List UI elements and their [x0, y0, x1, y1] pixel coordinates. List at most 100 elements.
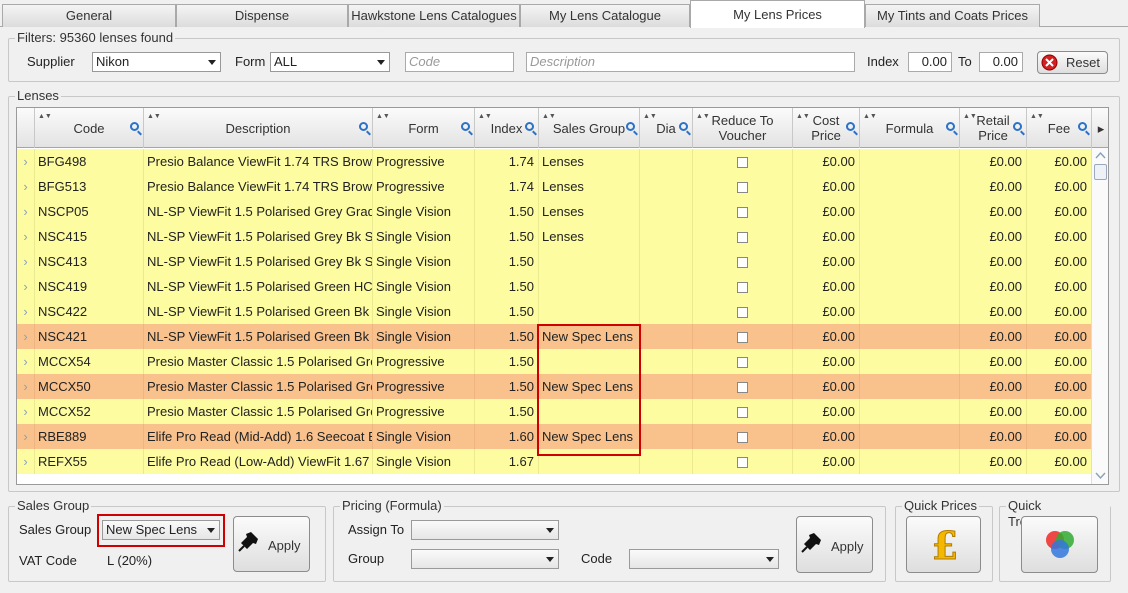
reduce-to-voucher-checkbox[interactable] — [737, 382, 748, 394]
search-icon[interactable] — [626, 122, 635, 131]
row-indicator[interactable]: › — [17, 349, 35, 374]
reduce-to-voucher-checkbox[interactable] — [737, 357, 748, 369]
row-indicator[interactable]: › — [17, 299, 35, 324]
column-header-dia[interactable]: ▲▼ Dia — [640, 108, 693, 148]
row-expand-icon[interactable]: › — [23, 204, 27, 219]
reduce-to-voucher-checkbox[interactable] — [737, 282, 748, 294]
search-icon[interactable] — [946, 122, 955, 131]
form-cell: Progressive — [373, 399, 475, 424]
scroll-down-icon[interactable] — [1095, 472, 1106, 480]
code-cell: NSC415 — [35, 224, 144, 249]
row-indicator[interactable]: › — [17, 324, 35, 349]
row-indicator[interactable]: › — [17, 374, 35, 399]
row-indicator[interactable]: › — [17, 274, 35, 299]
code-select[interactable] — [629, 549, 779, 569]
reduce-to-voucher-checkbox[interactable] — [737, 232, 748, 244]
column-header-code[interactable]: ▲▼ Code — [35, 108, 144, 148]
quick-prices-button[interactable]: £ — [906, 516, 981, 573]
search-icon[interactable] — [130, 122, 139, 131]
tab-dispense[interactable]: Dispense — [176, 4, 348, 27]
search-icon[interactable] — [679, 122, 688, 131]
column-header-sales-group[interactable]: ▲▼ Sales Group — [539, 108, 640, 148]
tab-my-lens-prices[interactable]: My Lens Prices — [690, 0, 865, 28]
row-expand-icon[interactable]: › — [23, 179, 27, 194]
reset-button[interactable]: Reset — [1037, 51, 1108, 74]
pricing-apply-button[interactable]: Apply — [796, 516, 873, 573]
reduce-to-voucher-checkbox[interactable] — [737, 182, 748, 194]
fee-cell: £0.00 — [1027, 424, 1092, 449]
tab-general[interactable]: General — [2, 4, 176, 27]
reduce-to-voucher-checkbox[interactable] — [737, 432, 748, 444]
tab-my-lens-catalogue[interactable]: My Lens Catalogue — [520, 4, 690, 27]
quick-treatments-button[interactable] — [1021, 516, 1098, 573]
row-expand-icon[interactable]: › — [23, 229, 27, 244]
search-icon[interactable] — [359, 122, 368, 131]
search-icon[interactable] — [525, 122, 534, 131]
row-expand-icon[interactable]: › — [23, 154, 27, 169]
tab-hawkstone-lens-catalogues[interactable]: Hawkstone Lens Catalogues — [348, 4, 520, 27]
code-input[interactable]: Code — [405, 52, 514, 72]
index-to-input[interactable]: 0.00 — [979, 52, 1023, 72]
row-expand-icon[interactable]: › — [23, 404, 27, 419]
reduce-to-voucher-checkbox[interactable] — [737, 332, 748, 344]
row-expand-icon[interactable]: › — [23, 379, 27, 394]
assign-to-select[interactable] — [411, 520, 559, 540]
table-row[interactable]: › NSC422 NL-SP ViewFit 1.5 Polarised Green… — [17, 299, 1092, 324]
reduce-to-voucher-checkbox[interactable] — [737, 457, 748, 469]
row-expand-icon[interactable]: › — [23, 254, 27, 269]
row-expand-icon[interactable]: › — [23, 279, 27, 294]
reduce-to-voucher-checkbox[interactable] — [737, 307, 748, 319]
row-expand-icon[interactable]: › — [23, 329, 27, 344]
search-icon[interactable] — [461, 122, 470, 131]
row-expand-icon[interactable]: › — [23, 454, 27, 469]
table-row[interactable]: › BFG498 Presio Balance ViewFit 1.74 TRS B… — [17, 149, 1092, 174]
row-indicator[interactable]: › — [17, 449, 35, 474]
sales-group-apply-button[interactable]: Apply — [233, 516, 310, 572]
tab-my-tints-and-coats-prices[interactable]: My Tints and Coats Prices — [865, 4, 1040, 27]
column-header-retail-price[interactable]: ▲▼ Retail Price — [960, 108, 1027, 148]
row-indicator[interactable]: › — [17, 399, 35, 424]
scrollbar-thumb[interactable] — [1094, 164, 1107, 180]
reduce-to-voucher-checkbox[interactable] — [737, 407, 748, 419]
row-indicator[interactable]: › — [17, 249, 35, 274]
assign-to-label: Assign To — [348, 522, 405, 537]
search-icon[interactable] — [1078, 122, 1087, 131]
row-indicator[interactable]: › — [17, 224, 35, 249]
reduce-to-voucher-checkbox[interactable] — [737, 157, 748, 169]
form-select[interactable]: ALL — [270, 52, 390, 72]
column-header-index[interactable]: ▲▼ Index — [475, 108, 539, 148]
index-from-input[interactable]: 0.00 — [908, 52, 952, 72]
vertical-scrollbar[interactable] — [1091, 148, 1108, 484]
table-row[interactable]: › NSCP05 NL-SP ViewFit 1.5 Polarised Grey … — [17, 199, 1092, 224]
search-icon[interactable] — [1013, 122, 1022, 131]
column-header-cost-price[interactable]: ▲▼ Cost Price — [793, 108, 860, 148]
reduce-to-voucher-checkbox[interactable] — [737, 207, 748, 219]
reduce-to-voucher-checkbox[interactable] — [737, 257, 748, 269]
scroll-right-icon[interactable]: ▸ — [1092, 108, 1108, 148]
column-header-fee[interactable]: ▲▼ Fee — [1027, 108, 1092, 148]
row-indicator[interactable]: › — [17, 149, 35, 174]
search-icon[interactable] — [846, 122, 855, 131]
group-select[interactable] — [411, 549, 559, 569]
row-expand-icon[interactable]: › — [23, 354, 27, 369]
table-row[interactable]: › BFG513 Presio Balance ViewFit 1.74 TRS B… — [17, 174, 1092, 199]
code-cell: NSC422 — [35, 299, 144, 324]
column-header-reduce-to-voucher[interactable]: ▲▼ Reduce To Voucher — [693, 108, 793, 148]
row-expand-icon[interactable]: › — [23, 429, 27, 444]
supplier-select[interactable]: Nikon — [92, 52, 221, 72]
row-indicator[interactable]: › — [17, 174, 35, 199]
description-input[interactable]: Description — [526, 52, 855, 72]
scroll-up-icon[interactable] — [1095, 151, 1106, 159]
sales-group-cell: Lenses — [539, 149, 640, 174]
column-header-formula[interactable]: ▲▼ Formula — [860, 108, 960, 148]
column-header-form[interactable]: ▲▼ Form — [373, 108, 475, 148]
row-indicator[interactable]: › — [17, 199, 35, 224]
table-row[interactable]: › NSC419 NL-SP ViewFit 1.5 Polarised Green… — [17, 274, 1092, 299]
sales-group-apply-label: Apply — [268, 538, 301, 553]
row-indicator[interactable]: › — [17, 424, 35, 449]
table-row[interactable]: › NSC413 NL-SP ViewFit 1.5 Polarised Grey … — [17, 249, 1092, 274]
row-expand-icon[interactable]: › — [23, 304, 27, 319]
index-cell: 1.50 — [475, 399, 539, 424]
column-header-description[interactable]: ▲▼ Description — [144, 108, 373, 148]
table-row[interactable]: › NSC415 NL-SP ViewFit 1.5 Polarised Grey … — [17, 224, 1092, 249]
